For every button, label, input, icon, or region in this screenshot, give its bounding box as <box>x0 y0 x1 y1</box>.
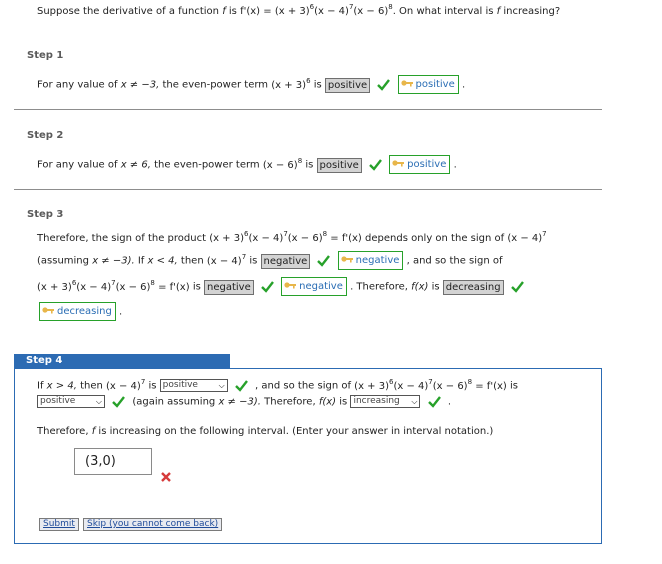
step4-label: Step 4 <box>14 354 230 368</box>
step3-answer-box-3: decreasing <box>442 279 504 295</box>
cross-icon <box>161 472 171 482</box>
step2-label: Step 2 <box>27 130 64 141</box>
skip-button[interactable]: Skip (you cannot come back) <box>83 518 223 531</box>
step4-line1: If x > 4, then (x − 4)7 is positive ⌵ , a… <box>37 377 518 392</box>
step3-key-answer-1: negative <box>337 251 404 270</box>
key-icon <box>284 282 297 289</box>
step3-line4: decreasing . <box>39 302 122 321</box>
chevron-down-icon: ⌵ <box>411 397 418 406</box>
step3-line3: (x + 3)6(x − 4)7(x − 6)8 = f'(x) is nega… <box>37 277 528 296</box>
check-icon <box>112 395 126 408</box>
key-icon <box>392 160 405 167</box>
check-icon <box>317 254 331 267</box>
check-icon <box>510 280 524 293</box>
step1-line: For any value of x ≠ −3, the even-power … <box>37 75 465 94</box>
step1-label: Step 1 <box>27 50 64 61</box>
step3-key-answer-3: decreasing <box>39 302 116 321</box>
step4-select-2[interactable]: positive ⌵ <box>37 395 105 408</box>
step1-key-answer: positive <box>397 75 459 94</box>
chevron-down-icon: ⌵ <box>95 397 102 406</box>
step1-answer-box: positive <box>324 77 371 93</box>
check-icon <box>427 395 441 408</box>
step4-line3: Therefore, f is increasing on the follow… <box>37 426 494 437</box>
step3-answer-box-1: negative <box>260 253 311 269</box>
step3-label: Step 3 <box>27 209 64 220</box>
step3-line2: (assuming x ≠ −3). If x < 4, then (x − 4… <box>37 251 503 270</box>
check-icon <box>369 158 382 171</box>
step4-select-3[interactable]: increasing ⌵ <box>350 395 421 408</box>
divider <box>14 109 602 110</box>
step3-key-answer-2: negative <box>281 277 347 296</box>
chevron-down-icon: ⌵ <box>218 381 225 390</box>
interval-answer-input[interactable]: (3,0) <box>74 448 152 475</box>
check-icon <box>261 280 274 293</box>
key-icon <box>42 307 54 314</box>
step2-key-answer: positive <box>389 155 451 174</box>
step3-answer-box-2: negative <box>204 279 254 295</box>
step2-line: For any value of x ≠ 6, the even-power t… <box>37 155 457 174</box>
divider <box>14 189 602 190</box>
check-icon <box>235 379 248 392</box>
step3-line1: Therefore, the sign of the product (x + … <box>37 230 547 245</box>
step4-line2: positive ⌵ (again assuming x ≠ −3). There… <box>37 395 451 408</box>
key-icon <box>400 80 413 87</box>
check-icon <box>377 78 391 91</box>
step2-answer-box: positive <box>316 157 362 173</box>
derivative-expression: f'(x) = (x + 3)6(x − 4)7(x − 6)8 <box>240 3 393 18</box>
step4-select-1[interactable]: positive ⌵ <box>159 379 228 392</box>
key-icon <box>341 256 353 263</box>
question-text: Suppose the derivative of a function f i… <box>37 3 561 18</box>
submit-button[interactable]: Submit <box>39 518 79 531</box>
